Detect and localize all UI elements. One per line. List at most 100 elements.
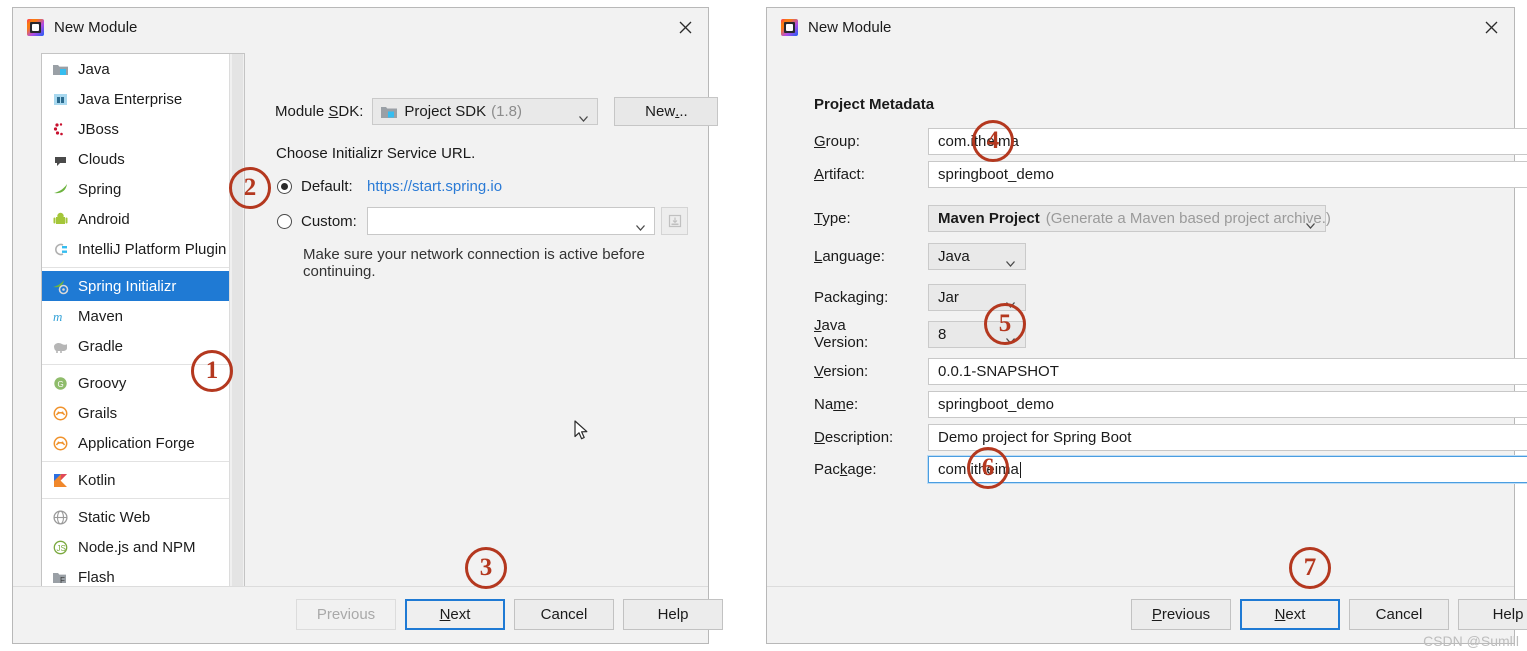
watermark: CSDN @Sumlll xyxy=(1423,633,1519,649)
annotation-7: 7 xyxy=(1289,547,1331,589)
description-input[interactable]: Demo project for Spring Boot xyxy=(928,424,1527,451)
version-input[interactable]: 0.0.1-SNAPSHOT xyxy=(928,358,1527,385)
category-item-intellij-platform-plugin[interactable]: IntelliJ Platform Plugin xyxy=(42,234,244,264)
annotation-3: 3 xyxy=(465,547,507,589)
artifact-row: Artifact: springboot_demo xyxy=(814,161,1527,188)
category-label: Grails xyxy=(78,404,118,422)
category-label: Gradle xyxy=(78,337,124,355)
svg-text:F: F xyxy=(60,576,65,585)
module-sdk-combobox[interactable]: Project SDK (1.8) xyxy=(372,98,599,125)
java-version-label: Java Version: xyxy=(814,317,869,351)
help-button[interactable]: Help xyxy=(1458,599,1527,630)
gradle-elephant-icon xyxy=(52,338,69,355)
next-button[interactable]: Next xyxy=(405,599,505,630)
group-input[interactable]: com.itheima xyxy=(928,128,1527,155)
java-enterprise-icon xyxy=(52,91,69,108)
type-value: Maven Project xyxy=(938,210,1040,227)
category-item-maven[interactable]: m Maven xyxy=(42,301,244,331)
category-item-spring[interactable]: Spring xyxy=(42,174,244,204)
package-input[interactable]: com.itheima xyxy=(928,456,1527,483)
maven-icon: m xyxy=(52,308,69,325)
type-combobox[interactable]: Maven Project (Generate a Maven based pr… xyxy=(928,205,1331,232)
custom-url-combobox[interactable] xyxy=(367,207,655,235)
left-dialog-title: New Module xyxy=(54,19,138,36)
java-folder-icon xyxy=(52,61,69,78)
previous-button[interactable]: Previous xyxy=(1131,599,1231,630)
type-hint: (Generate a Maven based project archive.… xyxy=(1045,210,1331,227)
artifact-input[interactable]: springboot_demo xyxy=(928,161,1527,188)
language-value: Java xyxy=(938,248,970,265)
chevron-down-icon xyxy=(1006,254,1015,267)
cancel-button[interactable]: Cancel xyxy=(1349,599,1449,630)
category-item-spring-initializr[interactable]: Spring Initializr xyxy=(42,271,244,301)
category-label: Spring xyxy=(78,180,122,198)
category-item-application-forge[interactable]: Application Forge xyxy=(42,428,244,458)
annotation-2: 2 xyxy=(229,167,271,209)
refresh-url-button[interactable] xyxy=(661,207,688,235)
language-combobox[interactable]: Java xyxy=(928,243,1026,270)
cancel-button[interactable]: Cancel xyxy=(514,599,614,630)
default-url-link[interactable]: https://start.spring.io xyxy=(367,178,502,195)
annotation-4: 4 xyxy=(972,120,1014,162)
version-value: 0.0.1-SNAPSHOT xyxy=(938,363,1059,380)
category-item-android[interactable]: Android xyxy=(42,204,244,234)
left-dialog-titlebar: New Module xyxy=(13,8,708,47)
intellij-plugin-icon xyxy=(52,241,69,258)
new-module-dialog-left: New Module Java Java Enterprise JBoss Cl… xyxy=(12,7,723,644)
category-item-jboss[interactable]: JBoss xyxy=(42,114,244,144)
new-module-dialog-right: New Module Project Metadata Group: com.i… xyxy=(766,7,1527,645)
category-item-java-enterprise[interactable]: Java Enterprise xyxy=(42,84,244,114)
chevron-down-icon xyxy=(636,218,645,231)
category-label: Android xyxy=(78,210,130,228)
svg-text:m: m xyxy=(53,309,62,324)
category-item-grails[interactable]: Grails xyxy=(42,398,244,428)
category-list-scrollbar[interactable] xyxy=(229,54,244,595)
default-url-row[interactable]: Default: https://start.spring.io xyxy=(277,178,502,195)
network-hint-label: Make sure your network connection is act… xyxy=(303,246,645,280)
packaging-value: Jar xyxy=(938,289,959,306)
group-label: Group: xyxy=(814,133,860,150)
nodejs-icon: JS xyxy=(52,539,69,556)
svg-text:JS: JS xyxy=(57,544,66,553)
name-input[interactable]: springboot_demo xyxy=(928,391,1527,418)
right-dialog-body: Project Metadata Group: com.itheima Arti… xyxy=(767,47,1527,645)
module-sdk-label: Module SDK: xyxy=(275,103,364,120)
previous-button[interactable]: Previous xyxy=(296,599,396,630)
right-dialog-title: New Module xyxy=(808,19,892,36)
new-sdk-button[interactable]: New... xyxy=(614,97,719,126)
category-item-clouds[interactable]: Clouds xyxy=(42,144,244,174)
category-item-nodejs-and-npm[interactable]: JS Node.js and NPM xyxy=(42,532,244,562)
java-version-value: 8 xyxy=(938,325,947,343)
custom-radio-label: Custom: xyxy=(301,212,357,230)
custom-radio-button[interactable] xyxy=(277,213,292,229)
version-label: Version: xyxy=(814,363,869,380)
custom-url-row[interactable]: Custom: xyxy=(277,207,688,235)
category-label: Node.js and NPM xyxy=(78,538,196,556)
right-footer-buttons: Previous Next Cancel Help xyxy=(1131,599,1527,630)
left-dialog-footer: Previous Next Cancel Help 3 xyxy=(13,547,723,643)
module-category-list[interactable]: Java Java Enterprise JBoss Clouds Spring… xyxy=(41,53,245,596)
list-divider xyxy=(42,461,244,462)
type-label: Type: xyxy=(814,210,851,227)
close-icon[interactable] xyxy=(662,8,708,46)
close-icon[interactable] xyxy=(1468,8,1514,46)
category-item-java[interactable]: Java xyxy=(42,54,244,84)
category-item-static-web[interactable]: Static Web xyxy=(42,502,244,532)
name-label: Name: xyxy=(814,396,859,413)
annotation-6: 6 xyxy=(967,447,1009,489)
spring-leaf-icon xyxy=(52,181,69,198)
category-label: Application Forge xyxy=(78,434,195,452)
default-radio-button[interactable] xyxy=(277,179,292,194)
category-item-kotlin[interactable]: Kotlin xyxy=(42,465,244,495)
text-caret xyxy=(1019,461,1021,478)
category-label: IntelliJ Platform Plugin xyxy=(78,240,227,258)
android-icon xyxy=(52,211,69,228)
next-button[interactable]: Next xyxy=(1240,599,1340,630)
category-label: Groovy xyxy=(78,374,127,392)
help-button[interactable]: Help xyxy=(623,599,723,630)
category-label: Kotlin xyxy=(78,471,116,489)
category-label: JBoss xyxy=(78,120,119,138)
scrollbar-thumb[interactable] xyxy=(232,54,243,595)
category-label: Java xyxy=(78,60,110,78)
category-label: Clouds xyxy=(78,150,125,168)
